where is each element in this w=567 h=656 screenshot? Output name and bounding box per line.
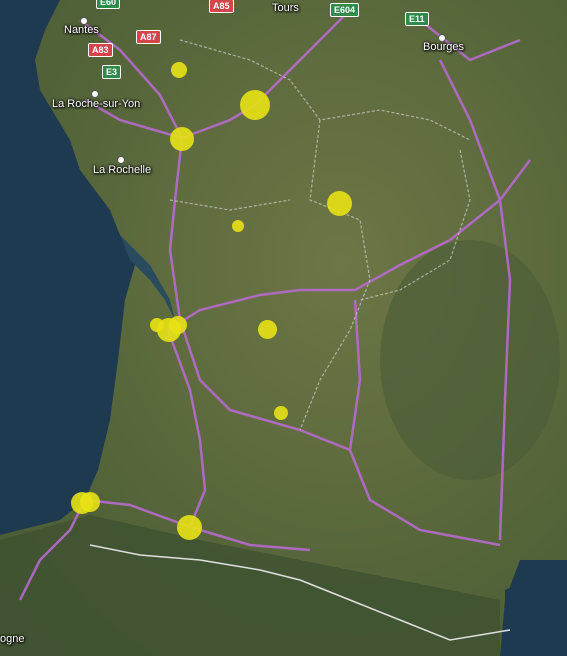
- road-shield-e11: E11: [405, 12, 429, 26]
- data-marker[interactable]: [169, 316, 187, 334]
- relief: [380, 240, 560, 480]
- data-marker[interactable]: [240, 90, 270, 120]
- road-shield-a87: A87: [136, 30, 161, 44]
- map-view[interactable]: Nantes La Roche-sur-Yon La Rochelle Bour…: [0, 0, 567, 656]
- city-label-bourges[interactable]: Bourges: [423, 41, 464, 53]
- road-shield-e3: E3: [102, 65, 122, 79]
- data-marker[interactable]: [274, 406, 288, 420]
- city-dot-la-rochelle: [117, 156, 125, 164]
- city-label-la-roche-sur-yon[interactable]: La Roche-sur-Yon: [52, 98, 140, 110]
- road-shield-a85: A85: [209, 0, 234, 13]
- city-label-la-rochelle[interactable]: La Rochelle: [93, 164, 151, 176]
- city-label-nantes[interactable]: Nantes: [64, 24, 99, 36]
- data-marker[interactable]: [327, 191, 352, 216]
- road-shield-e60: E60: [96, 0, 121, 9]
- road-shield-e604: E604: [330, 3, 360, 17]
- city-dot-la-roche-sur-yon: [91, 90, 99, 98]
- data-marker[interactable]: [170, 127, 194, 151]
- city-label-tours[interactable]: Tours: [272, 2, 299, 14]
- data-marker[interactable]: [171, 62, 187, 78]
- data-marker[interactable]: [177, 515, 202, 540]
- data-marker[interactable]: [258, 320, 277, 339]
- road-shield-a83: A83: [88, 43, 113, 57]
- data-marker[interactable]: [80, 492, 100, 512]
- data-marker[interactable]: [232, 220, 244, 232]
- city-label-ogne[interactable]: ogne: [0, 633, 24, 645]
